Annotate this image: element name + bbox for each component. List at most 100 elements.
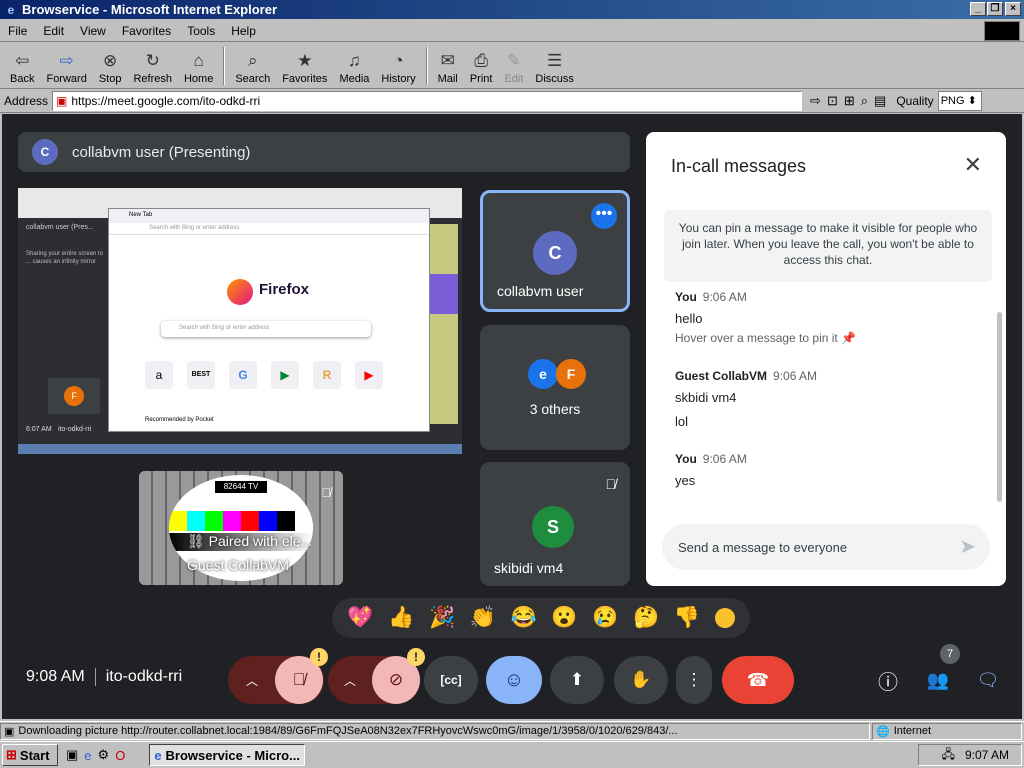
reaction-surprised[interactable]: 😮 (551, 606, 577, 630)
quicklaunch-icon[interactable]: ⚙ (98, 747, 110, 763)
camera-group: ︿ ⊘! (328, 648, 425, 704)
meeting-details-button[interactable]: ⓘ (868, 656, 908, 704)
ie-quicklaunch-icon[interactable]: e (84, 748, 91, 763)
captions-button[interactable]: [cc] (424, 656, 478, 704)
reaction-party[interactable]: 🎉 (429, 606, 455, 630)
raise-hand-button[interactable]: ✋ (614, 656, 668, 704)
participant-tile-collabvm[interactable]: C ••• collabvm user (480, 190, 630, 312)
forward-button[interactable]: ⇨ Forward (40, 46, 92, 88)
search-button[interactable]: ⌕ Search (229, 46, 276, 88)
ff-recommended: Recommended by Pocket (145, 417, 214, 423)
stop-button[interactable]: ⊗ Stop (93, 46, 128, 88)
message-input[interactable]: Send a message to everyone ➤ (662, 524, 990, 570)
close-button[interactable]: × (1005, 2, 1021, 16)
reaction-bar: 💖 👍 🎉 👏 😂 😮 😢 🤔 👎 (332, 598, 750, 638)
back-arrow-icon: ⇦ (15, 51, 30, 70)
mic-toggle-button[interactable]: 🎙̸! (275, 648, 328, 704)
captions-icon: [cc] (440, 673, 462, 687)
close-icon[interactable]: ✕ (964, 152, 982, 178)
reaction-thinking[interactable]: 🤔 (633, 606, 659, 630)
reaction-thumbs-down[interactable]: 👎 (674, 606, 700, 630)
emoji-button[interactable]: ☺ (486, 656, 542, 704)
message-text: lol (675, 414, 689, 429)
leave-call-button[interactable]: ☎ (722, 656, 794, 704)
edit-icon: ✎ (506, 51, 522, 70)
edit-button[interactable]: ✎ Edit (498, 46, 529, 88)
menu-file[interactable]: File (0, 24, 35, 38)
send-icon[interactable]: ➤ (959, 534, 976, 559)
info-icon: ⓘ (878, 671, 898, 694)
favorites-button[interactable]: ★ Favorites (276, 46, 333, 88)
back-button[interactable]: ⇦ Back (4, 46, 40, 88)
more-vert-icon: ⋮ (685, 670, 703, 689)
status-text: ▣ Downloading picture http://router.colla… (0, 722, 870, 740)
participant-tile-others[interactable]: e F 3 others (480, 325, 630, 450)
mail-button[interactable]: ✉ Mail (432, 46, 464, 88)
print-button[interactable]: ⎙ Print (464, 46, 499, 88)
page-loading-icon: ▣ (4, 725, 15, 738)
shared-screen[interactable]: collabvm user (Pres... Sharing your enti… (18, 188, 462, 454)
reaction-thumbs-up[interactable]: 👍 (388, 606, 414, 630)
start-button[interactable]: ⊞ Start (2, 744, 58, 766)
minimize-button[interactable]: _ (970, 2, 986, 16)
camera-options-chevron-icon[interactable]: ︿ (328, 672, 372, 689)
people-button[interactable]: 👥 7 (918, 644, 960, 704)
firefox-logo-icon (227, 279, 253, 305)
reaction-clap[interactable]: 👏 (470, 606, 496, 630)
guest-video-tile[interactable]: 82644 TV 🎙̸ ⛓ Paired with ele... Guest C… (139, 471, 343, 585)
meet-viewport: C collabvm user (Presenting) collabvm us… (2, 114, 1022, 719)
go-arrow-icon[interactable]: ⇨ (810, 93, 821, 109)
chat-button[interactable]: 🗨 (968, 656, 1008, 704)
chat-scrollbar[interactable] (997, 312, 1002, 502)
menu-view[interactable]: View (72, 24, 114, 38)
quality-select[interactable]: PNG ⬍ (937, 91, 982, 111)
opera-icon[interactable]: O (115, 748, 125, 763)
forward-arrow-icon: ⇨ (59, 51, 74, 70)
bookmark-icon[interactable]: ⊡ (827, 93, 838, 109)
ie-icon: e (154, 747, 162, 763)
reaction-sad[interactable]: 😢 (592, 606, 618, 630)
menu-help[interactable]: Help (223, 24, 264, 38)
refresh-button[interactable]: ↻ Refresh (127, 46, 178, 88)
reaction-sparkling-heart[interactable]: 💖 (347, 606, 373, 630)
menu-tools[interactable]: Tools (179, 24, 223, 38)
task-browservice[interactable]: e Browservice - Micro... (149, 744, 306, 766)
history-button[interactable]: ◔ History (375, 46, 421, 88)
tile-name: skibidi vm4 (494, 560, 564, 576)
reaction-laugh[interactable]: 😂 (511, 606, 537, 630)
address-bar: Address ▣ https://meet.google.com/ito-odk… (0, 90, 1024, 113)
ff-shortcuts: a BEST G ▶ R ▶ (145, 361, 383, 389)
show-desktop-icon[interactable]: ▣ (66, 747, 78, 763)
mic-group: ︿ 🎙̸! (228, 648, 328, 704)
warning-icon: ! (407, 648, 425, 666)
zoom-icon[interactable]: ⊞ (844, 93, 855, 109)
mail-icon: ✉ (440, 51, 455, 70)
more-options-icon[interactable]: ••• (591, 203, 617, 229)
camera-toggle-button[interactable]: ⊘! (372, 648, 425, 704)
system-tray: 🖧 9:07 AM (918, 744, 1022, 766)
find-icon[interactable]: ⌕ (861, 93, 868, 109)
windows-logo (984, 21, 1020, 41)
taskbar: ⊞ Start ▣ e ⚙ O e Browservice - Micro... 🖧… (0, 741, 1024, 768)
mic-options-chevron-icon[interactable]: ︿ (229, 672, 275, 689)
media-button[interactable]: ♫ Media (333, 46, 375, 88)
home-button[interactable]: ⌂ Home (178, 46, 219, 88)
hand-icon: ✋ (630, 670, 652, 689)
clipboard-icon[interactable]: ▤ (874, 93, 886, 109)
restore-button[interactable]: ❐ (987, 2, 1003, 16)
present-screen-icon: ⬆ (569, 670, 585, 689)
participant-tile-skibidi[interactable]: 🎙̸ S skibidi vm4 (480, 462, 630, 586)
present-button[interactable]: ⬆ (550, 656, 604, 704)
shared-time: 6:07 AM (26, 426, 52, 433)
menu-edit[interactable]: Edit (35, 24, 72, 38)
more-options-button[interactable]: ⋮ (676, 656, 712, 704)
tile-name: Guest CollabVM (187, 557, 289, 573)
skin-tone-icon[interactable] (714, 608, 735, 628)
ff-address: Search with Bing or enter address (109, 223, 429, 235)
favorites-icon: ★ (297, 51, 313, 70)
address-input[interactable]: ▣ https://meet.google.com/ito-odkd-rri (52, 91, 803, 111)
quality-label: Quality (896, 94, 934, 108)
search-icon: ⌕ (247, 51, 258, 70)
discuss-button[interactable]: ☰ Discuss (529, 46, 580, 88)
menu-favorites[interactable]: Favorites (114, 24, 179, 38)
